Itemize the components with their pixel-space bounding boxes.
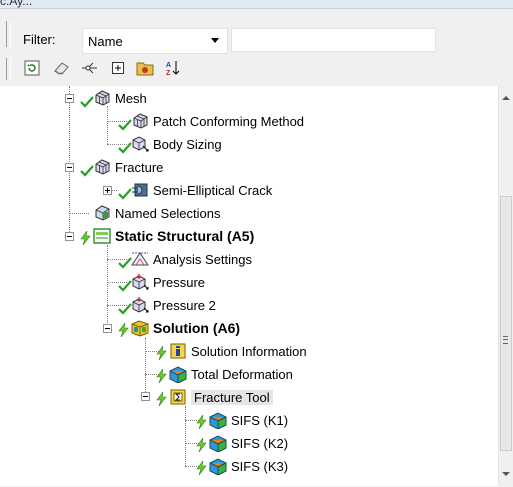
tree-item-label: Body Sizing (153, 136, 222, 152)
result-icon (156, 365, 188, 384)
mesh-method-icon (118, 112, 150, 131)
tree-item-label: Analysis Settings (153, 251, 252, 267)
filter-label: Filter: (23, 32, 56, 47)
tree-panel[interactable]: Mesh Patch Conforming Method Body Sizing… (0, 86, 498, 486)
scroll-down-arrow-icon[interactable] (502, 472, 510, 476)
scroll-thumb[interactable] (500, 196, 512, 451)
refresh-icon[interactable] (22, 58, 42, 78)
tree-item-label: Total Deformation (191, 366, 293, 382)
tree-item-label: Mesh (115, 90, 147, 106)
tree-item-label: Fracture Tool (191, 389, 273, 405)
named-selection-icon (92, 204, 112, 222)
tree-item-label: Patch Conforming Method (153, 113, 305, 129)
filter-bar: Filter: Name (0, 9, 513, 54)
tree-item-fracture-tool[interactable]: Fracture Tool (156, 387, 273, 407)
mesh-icon (80, 89, 112, 108)
tree-item-total-deformation[interactable]: Total Deformation (156, 364, 293, 384)
window-top-strip: c.Ay... (0, 0, 513, 9)
tree-item-pressure-2[interactable]: Pressure 2 (118, 295, 216, 315)
result-icon (196, 411, 228, 430)
tree-item-semi-elliptical-crack[interactable]: Semi-Elliptical Crack (118, 180, 273, 200)
tree-connector (107, 245, 108, 325)
toolbar-grip[interactable] (6, 58, 11, 80)
filter-dropdown[interactable]: Name (82, 28, 228, 54)
branch-icon[interactable] (80, 58, 100, 78)
tree-item-sifs-k2[interactable]: SIFS (K2) (196, 433, 289, 453)
expand-all-icon[interactable] (108, 58, 128, 78)
tree-item-sifs-k1[interactable]: SIFS (K1) (196, 410, 289, 430)
result-icon (196, 434, 228, 453)
collapse-toggle[interactable] (65, 94, 74, 103)
tree-connector (69, 213, 89, 214)
tree-toolbar: AZ (0, 52, 513, 86)
filter-selected-value: Name (88, 34, 123, 49)
svg-text:Z: Z (166, 70, 171, 77)
toolbar-grip[interactable] (6, 21, 11, 47)
mesh-icon (80, 158, 112, 177)
analysis-settings-icon (118, 250, 150, 269)
collapse-toggle[interactable] (103, 324, 112, 333)
tree-item-label: SIFS (K3) (231, 458, 289, 474)
tree-item-pressure[interactable]: Pressure (118, 272, 206, 292)
pressure-icon (118, 296, 150, 315)
fracture-tool-icon (156, 388, 188, 406)
tree-item-label: Pressure 2 (153, 297, 216, 313)
tree-item-solution-information[interactable]: Solution Information (156, 341, 307, 361)
eraser-icon[interactable] (52, 58, 72, 78)
result-icon (196, 457, 228, 476)
tree-item-analysis-settings[interactable]: Analysis Settings (118, 249, 252, 269)
collapse-toggle[interactable] (65, 232, 74, 241)
tree-item-static-structural[interactable]: Static Structural (A5) (80, 226, 255, 246)
chevron-down-icon (211, 38, 219, 43)
tree-item-mesh[interactable]: Mesh (80, 88, 147, 108)
collapse-toggle[interactable] (65, 163, 74, 172)
analysis-icon (80, 227, 112, 245)
tree-item-named-selections[interactable]: Named Selections (92, 203, 221, 223)
tree-connector (185, 406, 186, 466)
tree-connector (107, 106, 108, 144)
tree-connector (145, 338, 146, 398)
tree-item-solution[interactable]: Solution (A6) (118, 318, 241, 338)
tree-item-label: Fracture (115, 159, 164, 175)
pressure-icon (118, 273, 150, 292)
tree-item-label: Solution Information (191, 343, 307, 359)
sizing-icon (118, 135, 150, 154)
tree-item-label: SIFS (K2) (231, 435, 289, 451)
tree-item-patch-conforming-method[interactable]: Patch Conforming Method (118, 111, 305, 131)
info-icon (156, 342, 188, 360)
tree-item-label: Semi-Elliptical Crack (153, 182, 273, 198)
solution-icon (118, 319, 150, 337)
tree-item-fracture[interactable]: Fracture (80, 157, 164, 177)
tree-item-label: Pressure (153, 274, 206, 290)
collapse-toggle[interactable] (141, 392, 150, 401)
tree-item-sifs-k3[interactable]: SIFS (K3) (196, 456, 289, 476)
tree-item-label: Static Structural (A5) (115, 228, 255, 244)
expand-toggle[interactable] (103, 186, 112, 195)
filter-text-input[interactable] (231, 28, 436, 52)
tree-connector (69, 86, 70, 234)
tree-item-label: Solution (A6) (153, 320, 241, 336)
window-title-fragment: c.Ay... (0, 0, 33, 8)
sort-az-icon[interactable]: AZ (163, 58, 183, 78)
tree-item-label: SIFS (K1) (231, 412, 289, 428)
crack-icon (118, 181, 150, 200)
scroll-up-arrow-icon[interactable] (502, 96, 510, 100)
folder-icon[interactable] (135, 58, 155, 78)
svg-text:A: A (166, 62, 171, 69)
tree-item-body-sizing[interactable]: Body Sizing (118, 134, 222, 154)
tree-item-label: Named Selections (115, 205, 221, 221)
vertical-scrollbar[interactable] (498, 86, 513, 486)
scroll-grip-icon (503, 336, 508, 344)
